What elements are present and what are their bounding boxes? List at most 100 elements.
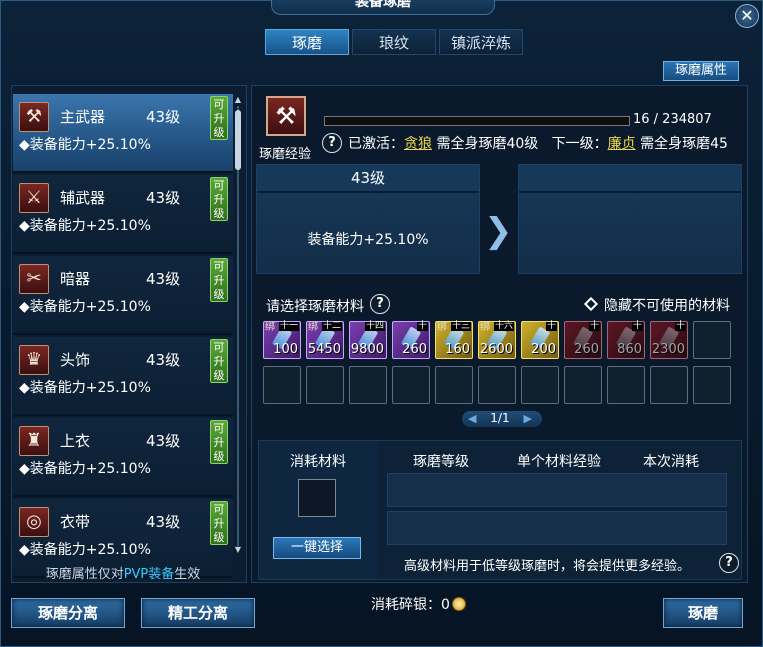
- empty-material-slot[interactable]: [263, 366, 301, 404]
- empty-material-slot[interactable]: [521, 366, 559, 404]
- silver-label: 消耗碎银：: [371, 597, 441, 613]
- consume-slot[interactable]: [298, 479, 336, 517]
- page-prev-icon[interactable]: ◀: [468, 412, 476, 425]
- current-level-box: 43级 装备能力+25.10%: [256, 164, 480, 274]
- equipment-attribute: ◆装备能力+25.10%: [19, 380, 151, 396]
- tip-help-icon[interactable]: ?: [719, 553, 739, 573]
- consume-row: [387, 511, 727, 545]
- material-slot[interactable]: 十 260: [392, 321, 430, 359]
- equipment-level: 43级: [146, 108, 181, 126]
- equipment-item[interactable]: ⚔ 辅武器 43级 ◆装备能力+25.10% 可升级: [13, 175, 233, 254]
- material-count: 2300: [651, 342, 685, 357]
- empty-material-slot[interactable]: [349, 366, 387, 404]
- material-slot[interactable]: 绑十二 5450: [306, 321, 344, 359]
- material-grade: 十: [545, 321, 557, 331]
- material-slot[interactable]: 十四 9800: [349, 321, 387, 359]
- upgradable-badge: 可升级: [210, 420, 228, 464]
- polish-detail-panel: ⚒ 琢磨经验 16 / 234807 ? 已激活：贪狼 需全身琢磨40级 下一级…: [251, 85, 748, 583]
- activated-name-link[interactable]: 贪狼: [404, 136, 432, 152]
- tab-temper[interactable]: 镇派淬炼: [439, 29, 523, 55]
- material-slot[interactable]: 十 260: [564, 321, 602, 359]
- tab-polish[interactable]: 琢磨: [265, 29, 349, 55]
- material-grade: 十: [588, 321, 600, 331]
- bound-label: 绑: [480, 322, 490, 333]
- separate-button[interactable]: 琢磨分离: [11, 598, 125, 628]
- hide-unusable-label: 隐藏不可使用的材料: [604, 298, 730, 314]
- weapon-icon: ⚒: [19, 102, 49, 132]
- empty-material-slot[interactable]: [478, 366, 516, 404]
- material-slot[interactable]: 十 2300: [650, 321, 688, 359]
- auto-select-button[interactable]: 一键选择: [273, 537, 361, 559]
- equipment-attribute: ◆装备能力+25.10%: [19, 542, 151, 558]
- material-slot[interactable]: 绑十三 160: [435, 321, 473, 359]
- crossed-swords-icon: ⚔: [19, 183, 49, 213]
- current-attribute: 装备能力+25.10%: [307, 232, 429, 248]
- materials-help-icon[interactable]: ?: [370, 294, 390, 314]
- equipment-attribute: ◆装备能力+25.10%: [19, 299, 151, 315]
- scroll-down-icon[interactable]: ▼: [234, 546, 242, 554]
- material-count: 260: [574, 342, 599, 357]
- empty-material-slot[interactable]: [435, 366, 473, 404]
- tab-pattern[interactable]: 琅纹: [352, 29, 436, 55]
- upgradable-badge: 可升级: [210, 258, 228, 302]
- empty-material-slot[interactable]: [564, 366, 602, 404]
- equipment-attribute: ◆装备能力+25.10%: [19, 137, 151, 153]
- scroll-up-icon[interactable]: ▲: [234, 96, 242, 104]
- empty-material-slot[interactable]: [392, 366, 430, 404]
- pvp-note: 琢磨属性仅对PVP装备生效: [12, 563, 234, 582]
- dart-icon: ✂: [19, 264, 49, 294]
- upgradable-badge: 可升级: [210, 501, 228, 545]
- materials-title-text: 请选择琢磨材料: [266, 299, 364, 315]
- empty-material-slot[interactable]: [693, 321, 731, 359]
- material-grade: 十四: [364, 321, 385, 331]
- polish-button[interactable]: 琢磨: [663, 598, 743, 628]
- material-slot[interactable]: 十 200: [521, 321, 559, 359]
- material-count: 2600: [479, 342, 513, 357]
- material-slot[interactable]: 绑十一 100: [263, 321, 301, 359]
- material-slot[interactable]: 绑十六 2600: [478, 321, 516, 359]
- scroll-thumb[interactable]: [235, 110, 241, 170]
- equipment-name: 上衣: [60, 432, 91, 450]
- equipment-item[interactable]: ♛ 头饰 43级 ◆装备能力+25.10% 可升级: [13, 337, 233, 416]
- material-count: 160: [445, 342, 470, 357]
- empty-material-slot[interactable]: [306, 366, 344, 404]
- equipment-item[interactable]: ⚒ 主武器 43级 ◆装备能力+25.10% 可升级: [13, 94, 233, 173]
- pvp-note-highlight: PVP装备: [123, 567, 175, 582]
- silver-cost: 消耗碎银：0: [371, 594, 466, 614]
- bound-label: 绑: [308, 322, 318, 333]
- pager-controls: ◀ 1/1 ▶: [468, 411, 532, 425]
- polish-attributes-button[interactable]: 琢磨属性: [663, 61, 739, 81]
- material-count: 9800: [350, 342, 384, 357]
- current-level: 43级: [257, 165, 479, 193]
- equipment-name: 主武器: [60, 108, 106, 126]
- weapon-icon: ⚒: [266, 96, 306, 136]
- empty-material-slot[interactable]: [607, 366, 645, 404]
- page-next-icon[interactable]: ▶: [523, 412, 531, 425]
- next-name-link[interactable]: 廉贞: [608, 136, 636, 152]
- help-icon[interactable]: ?: [322, 133, 342, 153]
- empty-material-slot[interactable]: [650, 366, 688, 404]
- equipment-level: 43级: [146, 270, 181, 288]
- equipment-item[interactable]: ✂ 暗器 43级 ◆装备能力+25.10% 可升级: [13, 256, 233, 335]
- polish-window: 装备琢磨 ✕ 琢磨 琅纹 镇派淬炼 琢磨属性 ⚒ 主武器 43级 ◆装备能力+25.1…: [0, 0, 763, 647]
- helmet-icon: ♛: [19, 345, 49, 375]
- chevron-right-icon: ❯: [484, 211, 513, 251]
- checkbox-icon[interactable]: [583, 296, 599, 312]
- consume-row: [387, 473, 727, 507]
- equipment-attribute: ◆装备能力+25.10%: [19, 461, 151, 477]
- fine-separate-button[interactable]: 精工分离: [141, 598, 255, 628]
- silver-value: 0: [441, 597, 450, 613]
- equipment-level: 43级: [146, 351, 181, 369]
- material-slot[interactable]: 十 860: [607, 321, 645, 359]
- window-title: 装备琢磨: [271, 0, 495, 15]
- close-button[interactable]: ✕: [735, 4, 759, 28]
- exp-progress-text: 16 / 234807: [633, 112, 712, 127]
- empty-material-slot[interactable]: [693, 366, 731, 404]
- material-grade: 十: [631, 321, 643, 331]
- hide-unusable-toggle[interactable]: 隐藏不可使用的材料: [583, 295, 730, 315]
- equipment-name: 衣带: [60, 513, 91, 531]
- next-level: [519, 165, 741, 193]
- equipment-item[interactable]: ♜ 上衣 43级 ◆装备能力+25.10% 可升级: [13, 418, 233, 497]
- material-grade: 十: [674, 321, 686, 331]
- list-scrollbar[interactable]: ▲ ▼: [234, 96, 242, 554]
